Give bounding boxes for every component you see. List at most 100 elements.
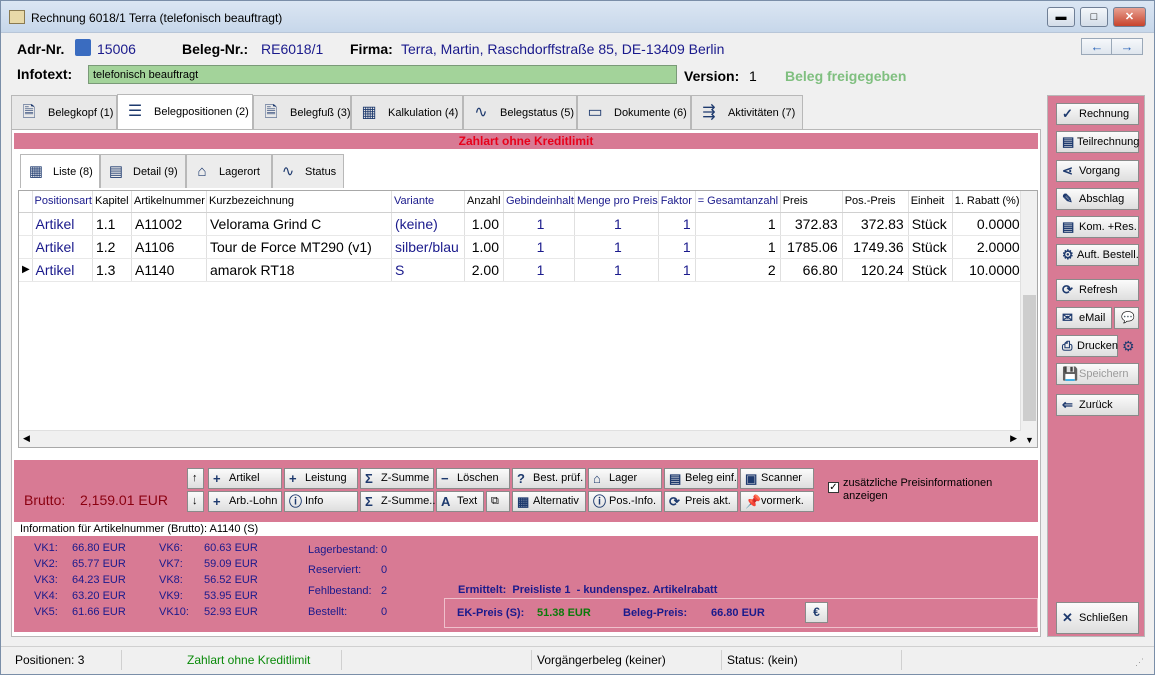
auft-bestell-button[interactable]: ⚙ Auft. Bestell. [1056, 244, 1139, 266]
cell-menge-pro-preis[interactable]: 1 [574, 258, 659, 282]
cell-variante[interactable]: S [391, 258, 465, 282]
scrollbar-thumb[interactable] [1023, 295, 1036, 421]
subtab-liste[interactable]: ▦ Liste (8) [20, 154, 100, 188]
column-header[interactable]: Einheit [908, 191, 953, 213]
cell-variante[interactable]: silber/blau [391, 235, 465, 259]
cell-kurzbezeichnung[interactable]: Velorama Grind C [206, 212, 392, 236]
cell-rabatt[interactable]: 10.0000 [952, 258, 1025, 282]
nav-back-button[interactable]: ← [1081, 38, 1113, 55]
cell-anzahl[interactable]: 2.00 [464, 258, 504, 282]
column-header[interactable]: Kapitel [92, 191, 132, 213]
vormerk-button[interactable]: 📌 vormerk. [740, 491, 814, 512]
teilrechnung-button[interactable]: ▤ Teilrechnung [1056, 131, 1139, 153]
subtab-status[interactable]: ∿ Status [272, 154, 344, 188]
cell-kapitel[interactable]: 1.1 [92, 212, 132, 236]
scroll-down-icon[interactable]: ▼ [1025, 435, 1034, 445]
column-header[interactable]: Pos.-Preis [842, 191, 909, 213]
cell-anzahl[interactable]: 1.00 [464, 212, 504, 236]
abschlag-button[interactable]: ✎ Abschlag [1056, 188, 1139, 210]
column-header[interactable]: Variante [391, 191, 465, 213]
tab-aktivitaeten[interactable]: ⇶ Aktivitäten (7) [691, 95, 803, 129]
add-artikel-button[interactable]: + Artikel [208, 468, 282, 489]
chat-button[interactable]: 💬 [1114, 307, 1139, 329]
cell-preis[interactable]: 1785.06 [780, 235, 843, 259]
table-row[interactable]: Artikel 1.2 A1106 Tour de Force MT290 (v… [19, 235, 1025, 259]
column-header[interactable]: Kurzbezeichnung [206, 191, 392, 213]
tab-belegstatus[interactable]: ∿ Belegstatus (5) [463, 95, 577, 129]
column-header[interactable]: Menge pro Preis [574, 191, 659, 213]
info-button[interactable]: ⓘ Info [284, 491, 358, 512]
cell-pos-preis[interactable]: 1749.36 [842, 235, 909, 259]
cell-variante[interactable]: (keine) [391, 212, 465, 236]
positions-grid[interactable]: Positionsart Kapitel Artikelnummer Kurzb… [18, 190, 1038, 448]
email-button[interactable]: ✉ eMail [1056, 307, 1112, 329]
column-header[interactable]: Positionsart [32, 191, 93, 213]
cell-preis[interactable]: 372.83 [780, 212, 843, 236]
cell-kapitel[interactable]: 1.2 [92, 235, 132, 259]
cell-gebindeinhalt[interactable]: 1 [503, 235, 575, 259]
rechnung-button[interactable]: ✓ Rechnung [1056, 103, 1139, 125]
scroll-right-icon[interactable]: ▶ [1010, 433, 1017, 444]
horizontal-scrollbar[interactable]: ◀ ▶ [19, 430, 1021, 447]
cell-pos-preis[interactable]: 120.24 [842, 258, 909, 282]
cell-kurzbezeichnung[interactable]: amarok RT18 [206, 258, 392, 282]
cell-positionsart[interactable]: Artikel [32, 212, 93, 236]
cell-kurzbezeichnung[interactable]: Tour de Force MT290 (v1) [206, 235, 392, 259]
close-button[interactable]: ✕ [1113, 7, 1146, 27]
resize-grip-icon[interactable]: ⋰ [1135, 657, 1144, 668]
gear-icon[interactable]: ⚙ [1122, 338, 1135, 355]
speichern-button[interactable]: 💾 Speichern [1056, 363, 1139, 385]
infotext-field[interactable]: telefonisch beauftragt [88, 65, 677, 84]
cell-artikelnummer[interactable]: A1106 [131, 235, 207, 259]
tab-dokumente[interactable]: ▭ Dokumente (6) [577, 95, 691, 129]
column-header[interactable]: Anzahl [464, 191, 504, 213]
tab-kalkulation[interactable]: ▦ Kalkulation (4) [351, 95, 463, 129]
cell-gebindeinhalt[interactable]: 1 [503, 258, 575, 282]
tab-belegfuss[interactable]: 🗎 Belegfuß (3) [253, 95, 351, 129]
cell-faktor[interactable]: 1 [658, 235, 696, 259]
cell-kapitel[interactable]: 1.3 [92, 258, 132, 282]
cell-artikelnummer[interactable]: A11002 [131, 212, 207, 236]
column-header[interactable]: Artikelnummer [131, 191, 207, 213]
alternativ-button[interactable]: ▦ Alternativ [512, 491, 586, 512]
vorgang-button[interactable]: ⋖ Vorgang [1056, 160, 1139, 182]
column-header[interactable]: = Gesamtanzahl [695, 191, 781, 213]
cell-positionsart[interactable]: Artikel [32, 235, 93, 259]
zsumme-dots-button[interactable]: Σ Z-Summe.. [360, 491, 435, 512]
add-arb-lohn-button[interactable]: + Arb.-Lohn [208, 491, 282, 512]
subtab-detail[interactable]: ▤ Detail (9) [100, 154, 186, 188]
minimize-button[interactable]: ▬ [1047, 7, 1075, 27]
beleg-einf-button[interactable]: ▤ Beleg einf. [664, 468, 738, 489]
move-down-button[interactable]: ↓ [187, 491, 204, 512]
drucken-button[interactable]: ⎙ Drucken [1056, 335, 1118, 357]
best-pruef-button[interactable]: ? Best. prüf. [512, 468, 586, 489]
cell-preis[interactable]: 66.80 [780, 258, 843, 282]
scroll-left-icon[interactable]: ◀ [23, 433, 30, 444]
column-header[interactable]: 1. Rabatt (%) [952, 191, 1025, 213]
column-header[interactable]: Faktor [658, 191, 696, 213]
tab-belegkopf[interactable]: 🗎 Belegkopf (1) [11, 95, 117, 129]
cell-rabatt[interactable]: 0.0000 [952, 212, 1025, 236]
cell-einheit[interactable]: Stück [908, 235, 953, 259]
refresh-button[interactable]: ⟳ Refresh [1056, 279, 1139, 301]
nav-forward-button[interactable]: → [1111, 38, 1143, 55]
kom-res-button[interactable]: ▤ Kom. +Res. [1056, 216, 1139, 238]
zurueck-button[interactable]: ⇐ Zurück [1056, 394, 1139, 416]
cell-gesamtanzahl[interactable]: 2 [695, 258, 781, 282]
price-info-checkbox[interactable]: ✓ [828, 482, 839, 493]
column-header[interactable]: Preis [780, 191, 843, 213]
cell-gebindeinhalt[interactable]: 1 [503, 212, 575, 236]
zsumme-button[interactable]: Σ Z-Summe [360, 468, 434, 489]
pos-info-button[interactable]: ⓘ Pos.-Info. [588, 491, 662, 512]
cell-gesamtanzahl[interactable]: 1 [695, 212, 781, 236]
preis-akt-button[interactable]: ⟳ Preis akt. [664, 491, 738, 512]
cell-rabatt[interactable]: 2.0000 [952, 235, 1025, 259]
lager-button[interactable]: ⌂ Lager [588, 468, 662, 489]
scanner-button[interactable]: ▣ Scanner [740, 468, 814, 489]
euro-icon[interactable]: € [805, 602, 828, 623]
table-row[interactable]: ▶ Artikel 1.3 A1140 amarok RT18 S 2.00 1… [19, 258, 1025, 282]
cell-faktor[interactable]: 1 [658, 258, 696, 282]
maximize-button[interactable]: □ [1080, 7, 1108, 27]
cell-faktor[interactable]: 1 [658, 212, 696, 236]
vertical-scrollbar[interactable]: ▼ [1020, 191, 1037, 447]
